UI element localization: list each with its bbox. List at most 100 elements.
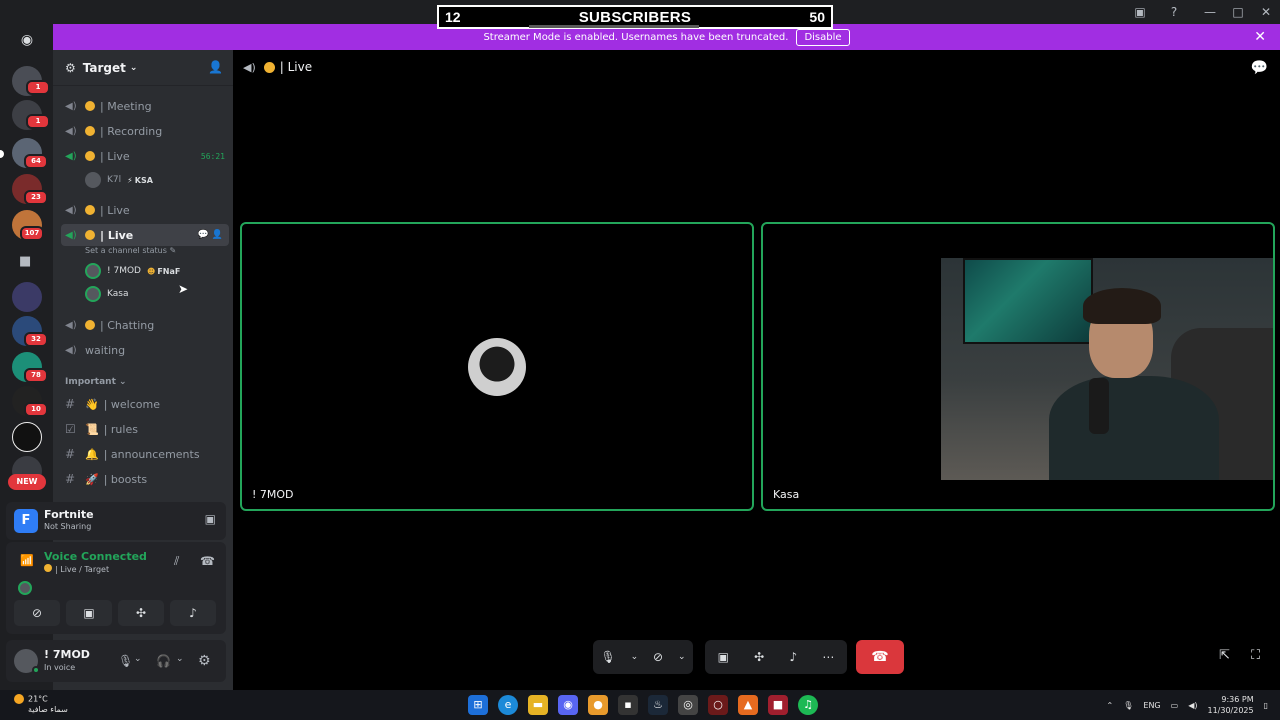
language-indicator[interactable]: ENG bbox=[1143, 701, 1160, 710]
channel-meeting[interactable]: ◀) | Meeting bbox=[61, 95, 229, 117]
terminal-icon[interactable]: ▪ bbox=[618, 695, 638, 715]
app-icon[interactable]: ○ bbox=[708, 695, 728, 715]
chevron-down-icon[interactable]: ⌄ bbox=[678, 652, 686, 662]
gear-icon: ⚙ bbox=[65, 60, 76, 75]
server-icon-6[interactable] bbox=[12, 282, 42, 312]
voice-user-name: ! 7MOD bbox=[107, 266, 141, 276]
file-explorer-icon[interactable]: ▬ bbox=[528, 695, 548, 715]
app-icon[interactable]: ▲ bbox=[738, 695, 758, 715]
hash-icon: # bbox=[65, 397, 76, 411]
category-important[interactable]: Important ⌄ bbox=[65, 377, 127, 387]
speaker-icon: ◀) bbox=[65, 204, 77, 216]
speaker-icon: ◀) bbox=[65, 125, 77, 137]
add-member-icon[interactable]: 👤 bbox=[208, 60, 223, 74]
channel-live-3[interactable]: ◀) | Live 💬 👤 bbox=[61, 224, 229, 246]
fullscreen-icon[interactable]: ⛶ bbox=[1251, 648, 1260, 663]
channel-announcements[interactable]: # 🔔 | announcements bbox=[61, 443, 229, 465]
server-header[interactable]: ⚙ Target ⌄ 👤 bbox=[53, 50, 233, 86]
spotify-icon[interactable]: ♫ bbox=[798, 695, 818, 715]
status-dot bbox=[263, 61, 275, 73]
notifications-icon[interactable]: ▯ bbox=[1264, 701, 1268, 710]
call-channel-title: | Live bbox=[279, 60, 313, 74]
sun-icon bbox=[14, 694, 24, 704]
microphone-icon[interactable]: 🎙 bbox=[600, 650, 615, 664]
server-rail: ◉ 1 1 64 23 107 ■ 32 78 10 NEW bbox=[0, 24, 53, 690]
app-icon[interactable]: ● bbox=[588, 695, 608, 715]
channel-emoji: 🔔 bbox=[85, 447, 99, 461]
channel-label: waiting bbox=[85, 343, 126, 357]
sub-title: SUBSCRIBERS bbox=[578, 8, 692, 26]
participant-tile-kasa[interactable]: Kasa bbox=[761, 222, 1275, 511]
clock-date: 11/30/2025 bbox=[1207, 706, 1254, 715]
voice-user[interactable]: ! 7MOD ☻ FNaF bbox=[85, 261, 180, 281]
edge-icon[interactable]: e bbox=[498, 695, 518, 715]
discord-icon[interactable]: ◉ bbox=[558, 695, 578, 715]
chat-bubble-icon[interactable]: 💬 bbox=[1251, 60, 1268, 76]
microphone-icon[interactable]: 🎙 bbox=[1123, 701, 1133, 710]
minimize-icon[interactable]: — bbox=[1196, 5, 1224, 19]
avatar bbox=[85, 263, 101, 279]
channel-label: | boosts bbox=[103, 472, 148, 486]
weather-widget[interactable]: 21°C سماء صافية bbox=[14, 694, 68, 715]
activities-icon[interactable]: ✣ bbox=[754, 650, 764, 664]
close-window-icon[interactable]: ✕ bbox=[1252, 5, 1280, 19]
server-icon-10[interactable] bbox=[12, 422, 42, 452]
invite-icon[interactable]: 👤 bbox=[212, 230, 223, 240]
status-dot bbox=[85, 320, 95, 330]
server-badge-1: 1 bbox=[26, 80, 50, 95]
subscriber-goal-overlay: 12 SUBSCRIBERS 50 bbox=[437, 5, 833, 29]
camera-off-icon[interactable]: ⊘ bbox=[653, 650, 663, 664]
more-options-icon[interactable]: ⋯ bbox=[822, 650, 834, 664]
steam-icon[interactable]: ♨ bbox=[648, 695, 668, 715]
obs-icon[interactable]: ◎ bbox=[678, 695, 698, 715]
server-badge-7: 78 bbox=[24, 368, 48, 383]
server-badge-2: 1 bbox=[26, 114, 50, 129]
server-badge-6: 32 bbox=[24, 332, 48, 347]
participant-name: ! 7MOD bbox=[252, 488, 294, 501]
chat-icon[interactable]: 💬 bbox=[198, 230, 209, 240]
folder-icon[interactable]: ■ bbox=[19, 254, 31, 269]
chevron-down-icon: ⌄ bbox=[119, 377, 127, 387]
channel-rules[interactable]: ☑ 📜 | rules bbox=[61, 418, 229, 440]
voice-user[interactable]: Kasa bbox=[85, 284, 128, 304]
channel-live-1[interactable]: ◀) | Live 56:21 bbox=[61, 145, 229, 167]
hang-up-button[interactable]: ☎ bbox=[856, 640, 904, 674]
clock[interactable]: 9:36 PM 11/30/2025 bbox=[1207, 694, 1253, 716]
channel-boosts[interactable]: # 🚀 | boosts bbox=[61, 468, 229, 490]
speaker-active-icon: ◀) bbox=[65, 229, 77, 241]
sub-goal: 50 bbox=[809, 9, 825, 25]
channel-recording[interactable]: ◀) | Recording bbox=[61, 120, 229, 142]
participant-tile-7mod[interactable]: ! 7MOD bbox=[240, 222, 754, 511]
channel-live-2[interactable]: ◀) | Live bbox=[61, 199, 229, 221]
app-icon[interactable]: ■ bbox=[768, 695, 788, 715]
channel-waiting[interactable]: ◀) waiting bbox=[61, 339, 229, 361]
webcam-video bbox=[941, 258, 1273, 480]
weather-condition: سماء صافية bbox=[28, 704, 68, 714]
voice-call-area: ◀) | Live 💬 ! 7MOD Kasa 🎙 ⌄ ⊘ ⌄ ▣ ✣ ♪ ⋯ … bbox=[233, 50, 1280, 690]
screen-share-indicator-icon[interactable]: ▣ bbox=[1132, 4, 1148, 20]
discord-home-icon[interactable]: ◉ bbox=[14, 32, 40, 52]
maximize-icon[interactable]: □ bbox=[1224, 5, 1252, 19]
channel-status-hint[interactable]: Set a channel status ✎ bbox=[85, 246, 176, 255]
volume-icon[interactable]: ◀) bbox=[1188, 701, 1197, 710]
chevron-down-icon[interactable]: ⌄ bbox=[631, 652, 639, 662]
close-banner-icon[interactable]: ✕ bbox=[1254, 29, 1266, 45]
status-dot bbox=[85, 126, 95, 136]
channel-chatting[interactable]: ◀) | Chatting bbox=[61, 314, 229, 336]
channel-label: | Meeting bbox=[100, 99, 152, 113]
chevron-up-icon[interactable]: ⌃ bbox=[1107, 701, 1114, 710]
new-server-tag[interactable]: NEW bbox=[8, 474, 46, 490]
share-screen-icon[interactable]: ▣ bbox=[718, 650, 729, 664]
channel-welcome[interactable]: # 👋 | welcome bbox=[61, 393, 229, 415]
pop-out-icon[interactable]: ⇱ bbox=[1219, 648, 1230, 663]
network-icon[interactable]: ▭ bbox=[1171, 701, 1179, 710]
windows-start-icon[interactable]: ⊞ bbox=[468, 695, 488, 715]
soundboard-icon[interactable]: ♪ bbox=[789, 650, 797, 664]
disable-streamer-mode-button[interactable]: Disable bbox=[796, 28, 850, 46]
streamer-mode-text: Streamer Mode is enabled. Usernames have… bbox=[483, 31, 789, 43]
weather-temp: 21°C bbox=[28, 694, 48, 704]
help-icon[interactable]: ? bbox=[1166, 4, 1182, 20]
voice-user[interactable]: K7l ⚡ KSA bbox=[85, 170, 153, 190]
taskbar-apps: ⊞ e ▬ ◉ ● ▪ ♨ ◎ ○ ▲ ■ ♫ bbox=[468, 695, 818, 715]
voice-user-name: K7l bbox=[107, 175, 122, 185]
